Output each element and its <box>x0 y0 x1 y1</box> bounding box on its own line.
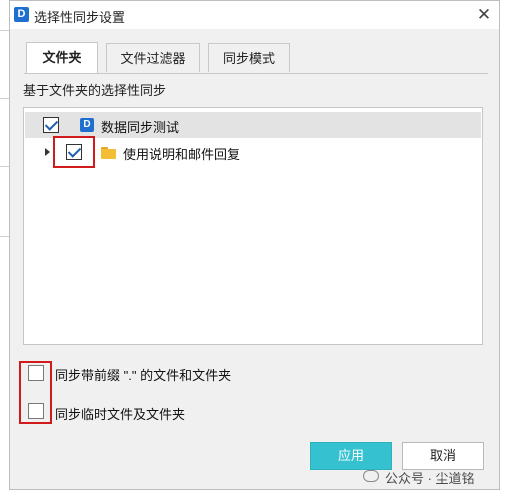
close-button[interactable]: ✕ <box>473 4 495 26</box>
window-title: 选择性同步设置 <box>34 10 126 25</box>
cancel-button[interactable]: 取消 <box>402 442 484 470</box>
sync-temp-checkbox[interactable] <box>28 403 44 419</box>
folder-icon <box>101 147 116 159</box>
tree-row-root[interactable]: D 数据同步测试 <box>25 112 481 138</box>
child-checkbox[interactable] <box>66 144 82 160</box>
folder-tree: D 数据同步测试 使用说明和邮件回复 <box>23 107 483 345</box>
apply-button[interactable]: 应用 <box>310 442 392 470</box>
app-logo-icon: D <box>14 7 29 22</box>
title-bar: D 选择性同步设置 ✕ <box>10 1 499 29</box>
root-checkbox[interactable] <box>43 117 59 133</box>
sync-dot-prefix-checkbox[interactable] <box>28 365 44 381</box>
tab-folder[interactable]: 文件夹 <box>26 42 98 73</box>
section-label: 基于文件夹的选择性同步 <box>23 83 167 98</box>
root-folder-label: 数据同步测试 <box>101 120 180 135</box>
tab-sync-mode[interactable]: 同步模式 <box>208 43 290 72</box>
child-folder-label: 使用说明和邮件回复 <box>123 147 241 162</box>
sync-temp-label: 同步临时文件及文件夹 <box>55 407 186 422</box>
tree-row-child[interactable]: 使用说明和邮件回复 <box>25 139 481 165</box>
watermark-text: 公众号 · 尘道铭 <box>385 471 475 486</box>
expand-arrow-icon[interactable] <box>45 148 50 156</box>
d-app-icon: D <box>80 118 94 132</box>
sync-dot-prefix-label: 同步带前缀 "." 的文件和文件夹 <box>55 368 232 383</box>
tab-file-filter[interactable]: 文件过滤器 <box>106 43 200 72</box>
wechat-icon <box>363 470 379 482</box>
